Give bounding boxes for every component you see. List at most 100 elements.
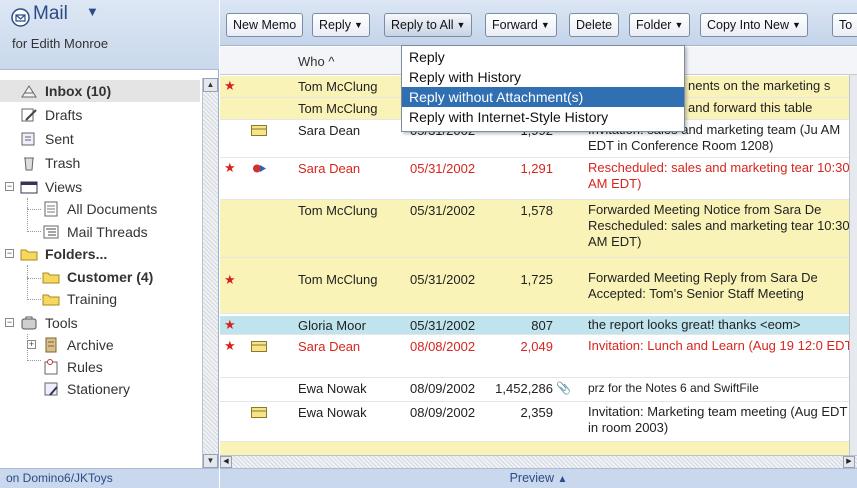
row-size: 2,359: [520, 405, 553, 420]
sidebar-item-drafts[interactable]: Drafts: [20, 104, 82, 126]
archive-icon: [45, 337, 57, 353]
copy-into-new-button[interactable]: Copy Into New ▼: [700, 13, 808, 37]
sidebar-item-archive[interactable]: Archive: [42, 334, 114, 356]
tree-connector: [27, 208, 41, 232]
button-label: Forward: [492, 18, 538, 32]
star-icon: ★: [224, 317, 236, 332]
chevron-down-icon: ▼: [791, 20, 801, 30]
preview-toggle[interactable]: Preview ▲: [220, 468, 857, 488]
row-size: 1,291: [520, 161, 553, 176]
sidebar-item-label: Training: [67, 291, 118, 307]
sent-icon: [21, 132, 35, 146]
chevron-down-icon[interactable]: ▼: [86, 4, 99, 19]
server-status: on Domino6/JKToys: [0, 468, 219, 488]
view-vertical-scrollbar[interactable]: [849, 75, 857, 455]
row-who: Gloria Moor: [298, 318, 366, 333]
paperclip-icon: 📎: [556, 381, 571, 395]
row-subject: Rescheduled: sales and marketing tear 10…: [588, 160, 850, 191]
row-date: 05/31/2002: [410, 318, 476, 333]
tools-button[interactable]: To: [832, 13, 857, 37]
row-size: 1,725: [520, 272, 553, 287]
table-row[interactable]: ★ Gloria Moor 05/31/2002 807 the report …: [220, 316, 849, 335]
row-who: Sara Dean: [298, 123, 361, 138]
navigator-pane: Mail ▼ for Edith Monroe Inbox (10) Draft…: [0, 0, 219, 488]
star-icon: ★: [224, 78, 236, 93]
new-memo-button[interactable]: New Memo: [226, 13, 304, 37]
navigator-scrollbar[interactable]: ▲ ▼: [202, 78, 218, 468]
row-subject: Invitation: Lunch and Learn (Aug 19 12:0…: [588, 338, 857, 353]
sidebar-item-tools[interactable]: Tools: [20, 312, 78, 334]
row-who: Tom McClung: [298, 203, 378, 218]
collapse-toggle[interactable]: −: [5, 182, 14, 191]
inbox-icon: [21, 85, 37, 98]
button-label: Reply to All: [391, 18, 454, 32]
button-label: Folder: [636, 18, 672, 32]
scroll-down-icon[interactable]: ▼: [203, 454, 218, 468]
reschedule-icon: [253, 164, 266, 173]
sidebar-item-all-documents[interactable]: All Documents: [42, 198, 157, 220]
tools-icon: [21, 316, 37, 330]
column-who[interactable]: Who ^: [298, 54, 334, 69]
sidebar-item-label: All Documents: [67, 201, 158, 217]
sidebar-item-inbox[interactable]: Inbox (10): [0, 80, 200, 102]
row-subject: Invitation: Marketing team meeting (Aug …: [588, 404, 848, 435]
scroll-up-icon[interactable]: ▲: [203, 78, 218, 92]
sidebar-item-folders[interactable]: Folders...: [20, 243, 107, 265]
row-subject: nents on the marketing s: [688, 78, 831, 93]
sidebar-item-rules[interactable]: Rules: [42, 356, 103, 378]
sidebar-item-mail-threads[interactable]: Mail Threads: [42, 221, 148, 243]
chevron-down-icon: ▼: [540, 20, 550, 30]
sidebar-item-stationery[interactable]: Stationery: [42, 378, 130, 400]
sidebar-item-label: Tools: [45, 315, 78, 331]
forward-button[interactable]: Forward ▼: [485, 13, 557, 37]
folder-button[interactable]: Folder ▼: [629, 13, 691, 37]
menu-item-reply-internet-style[interactable]: Reply with Internet-Style History: [402, 107, 684, 127]
chevron-down-icon: ▼: [674, 20, 684, 30]
reply-button[interactable]: Reply ▼: [312, 13, 370, 37]
chevron-down-icon: ▼: [456, 20, 466, 30]
table-row[interactable]: ★ Sara Dean 08/08/2002 2,049 Invitation:…: [220, 336, 857, 378]
sidebar-item-label: Folders...: [45, 246, 108, 262]
mail-icon: [11, 8, 30, 27]
table-row[interactable]: ★ Tom McClung 05/31/2002 1,725 Forwarded…: [220, 258, 849, 314]
menu-item-reply-without-attachments[interactable]: Reply without Attachment(s): [402, 87, 684, 107]
menu-item-reply[interactable]: Reply: [402, 47, 684, 67]
sidebar-item-label: Drafts: [45, 107, 83, 123]
table-row[interactable]: ★ Sara Dean 05/31/2002 1,291 Rescheduled…: [220, 158, 850, 200]
sidebar-item-sent[interactable]: Sent: [20, 128, 74, 150]
app-title[interactable]: Mail: [33, 3, 68, 25]
row-subject: and forward this table: [688, 100, 813, 115]
table-row[interactable]: [220, 442, 849, 455]
sidebar-item-trash[interactable]: Trash: [20, 152, 80, 174]
row-who: Tom McClung: [298, 79, 378, 94]
row-subject: prz for the Notes 6 and SwiftFile: [588, 381, 759, 395]
row-date: 05/31/2002: [410, 203, 476, 218]
view-horizontal-scrollbar[interactable]: ◀ ▶: [220, 455, 857, 468]
scroll-right-icon[interactable]: ▶: [843, 456, 855, 468]
scroll-left-icon[interactable]: ◀: [220, 456, 232, 468]
table-row[interactable]: Tom McClung 05/31/2002 1,578 Forwarded M…: [220, 200, 850, 258]
star-icon: ★: [224, 272, 236, 287]
sidebar-item-customer[interactable]: Customer (4): [42, 266, 153, 288]
row-date: 05/31/2002: [410, 161, 476, 176]
button-label: Copy Into New: [707, 18, 789, 32]
table-row[interactable]: Ewa Nowak 08/09/2002 2,359 Invitation: M…: [220, 402, 849, 442]
collapse-toggle[interactable]: −: [5, 249, 14, 258]
star-icon: ★: [224, 160, 236, 175]
menu-item-reply-with-history[interactable]: Reply with History: [402, 67, 684, 87]
collapse-toggle[interactable]: −: [5, 318, 14, 327]
sidebar-item-label: Sent: [45, 131, 74, 147]
chevron-up-icon: ▲: [557, 474, 568, 485]
sidebar-item-views[interactable]: Views: [20, 176, 82, 198]
row-who: Sara Dean: [298, 339, 361, 354]
trash-icon: [24, 157, 34, 171]
sidebar-item-label: Archive: [67, 337, 114, 353]
table-row[interactable]: Ewa Nowak 08/09/2002 1,452,286 📎 prz for…: [220, 378, 849, 402]
delete-button[interactable]: Delete: [569, 13, 620, 37]
reply-to-all-button[interactable]: Reply to All ▼: [384, 13, 473, 37]
row-subject: the report looks great! thanks <eom>: [588, 317, 801, 332]
sidebar-item-training[interactable]: Training: [42, 288, 117, 310]
app-user: for Edith Monroe: [12, 36, 109, 51]
chevron-down-icon: ▼: [353, 20, 363, 30]
sidebar-item-label: Inbox (10): [45, 83, 112, 99]
